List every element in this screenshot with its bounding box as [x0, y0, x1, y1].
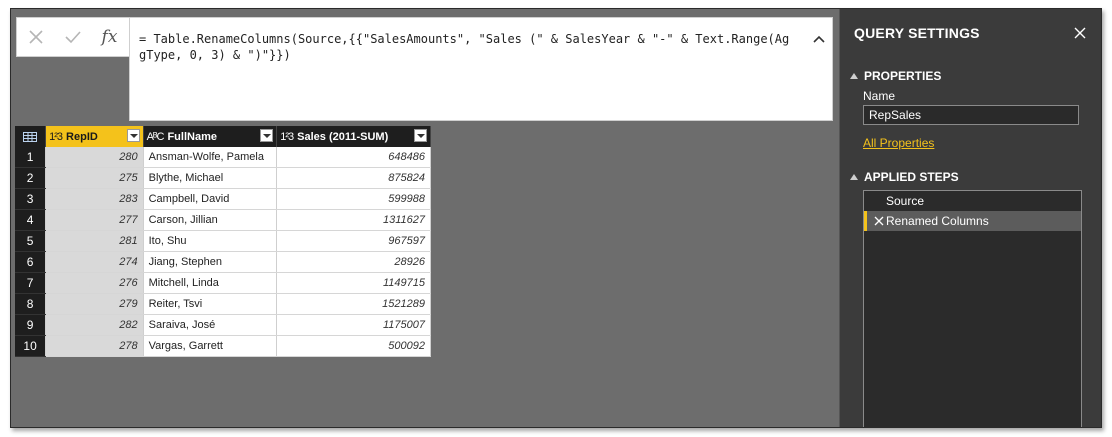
applied-steps-list: Source Renamed Columns	[863, 190, 1082, 427]
properties-section-header[interactable]: PROPERTIES	[850, 69, 941, 83]
table-row[interactable]: 1 280 Ansman-Wolfe, Pamela 648486	[15, 147, 431, 168]
row-number[interactable]: 6	[15, 251, 47, 273]
query-settings-pane: QUERY SETTINGS PROPERTIES Name All Prope…	[839, 9, 1101, 427]
cell-repid[interactable]: 281	[45, 230, 144, 252]
table-icon	[23, 131, 38, 142]
table-row[interactable]: 3 283 Campbell, David 599988	[15, 188, 431, 210]
column-header-repid[interactable]: 1²3 RepID	[45, 126, 144, 147]
table-row[interactable]: 10 278 Vargas, Garrett 500092	[15, 335, 431, 357]
number-type-icon[interactable]: 1²3	[280, 131, 294, 143]
power-query-editor: fx = Table.RenameColumns(Source,{{"Sales…	[10, 8, 1102, 428]
table-row[interactable]: 5 281 Ito, Shu 967597	[15, 230, 431, 252]
step-label: Source	[886, 194, 925, 208]
step-label: Renamed Columns	[886, 214, 989, 228]
cell-fullname[interactable]: Carson, Jillian	[143, 209, 278, 231]
data-grid: 1²3 RepID AᴮC FullName 1²3 Sales (2011-SUM)…	[15, 126, 431, 357]
cell-sales[interactable]: 500092	[276, 335, 431, 357]
table-row[interactable]: 6 274 Jiang, Stephen 28926	[15, 251, 431, 273]
cell-repid[interactable]: 276	[45, 272, 144, 294]
cell-sales[interactable]: 875824	[276, 167, 431, 189]
column-name: Sales (2011-SUM)	[297, 130, 389, 143]
cell-repid[interactable]: 280	[45, 147, 144, 168]
table-row[interactable]: 7 276 Mitchell, Linda 1149715	[15, 272, 431, 294]
cell-sales[interactable]: 967597	[276, 230, 431, 252]
cell-fullname[interactable]: Ito, Shu	[143, 230, 278, 252]
commit-button[interactable]	[54, 18, 91, 56]
all-properties-link[interactable]: All Properties	[863, 136, 934, 150]
table-row[interactable]: 4 277 Carson, Jillian 1311627	[15, 209, 431, 231]
cell-repid[interactable]: 274	[45, 251, 144, 273]
step-source[interactable]: Source	[864, 191, 1081, 211]
row-number[interactable]: 9	[15, 314, 47, 336]
table-row[interactable]: 2 275 Blythe, Michael 875824	[15, 167, 431, 189]
check-icon	[64, 31, 81, 44]
formula-buttons: fx	[16, 17, 130, 57]
cell-sales[interactable]: 1311627	[276, 209, 431, 231]
cell-fullname[interactable]: Jiang, Stephen	[143, 251, 278, 273]
cell-fullname[interactable]: Saraiva, José	[143, 314, 278, 336]
close-icon[interactable]	[1074, 27, 1086, 39]
cell-repid[interactable]: 279	[45, 293, 144, 315]
row-number[interactable]: 4	[15, 209, 47, 231]
collapse-triangle-icon	[850, 174, 858, 180]
cell-sales[interactable]: 648486	[276, 147, 431, 168]
cell-fullname[interactable]: Vargas, Garrett	[143, 335, 278, 357]
column-header-fullname[interactable]: AᴮC FullName	[143, 126, 278, 147]
row-number[interactable]: 10	[15, 335, 47, 357]
fx-button[interactable]: fx	[91, 18, 128, 56]
formula-text[interactable]: = Table.RenameColumns(Source,{{"SalesAmo…	[139, 31, 794, 63]
step-renamed-columns[interactable]: Renamed Columns	[864, 211, 1081, 231]
table-row[interactable]: 9 282 Saraiva, José 1175007	[15, 314, 431, 336]
row-number[interactable]: 7	[15, 272, 47, 294]
row-number[interactable]: 3	[15, 188, 47, 210]
cell-fullname[interactable]: Campbell, David	[143, 188, 278, 210]
row-number[interactable]: 5	[15, 230, 47, 252]
table-corner-menu[interactable]	[15, 126, 47, 147]
cell-fullname[interactable]: Mitchell, Linda	[143, 272, 278, 294]
cell-fullname[interactable]: Ansman-Wolfe, Pamela	[143, 147, 278, 168]
filter-dropdown-icon[interactable]	[260, 129, 274, 142]
row-number[interactable]: 2	[15, 167, 47, 189]
number-type-icon[interactable]: 1²3	[49, 131, 63, 143]
cell-repid[interactable]: 275	[45, 167, 144, 189]
query-settings-title: QUERY SETTINGS	[854, 25, 980, 41]
cell-fullname[interactable]: Reiter, Tsvi	[143, 293, 278, 315]
row-number[interactable]: 8	[15, 293, 47, 315]
filter-dropdown-icon[interactable]	[126, 129, 140, 142]
filter-dropdown-icon[interactable]	[414, 129, 427, 142]
column-header-sales[interactable]: 1²3 Sales (2011-SUM)	[276, 126, 431, 147]
text-type-icon[interactable]: AᴮC	[147, 131, 165, 143]
cell-sales[interactable]: 1521289	[276, 293, 431, 315]
cell-sales[interactable]: 1149715	[276, 272, 431, 294]
close-icon	[28, 30, 43, 44]
formula-bar[interactable]: = Table.RenameColumns(Source,{{"SalesAmo…	[129, 17, 833, 121]
chevron-up-icon[interactable]	[812, 32, 826, 46]
cell-sales[interactable]: 599988	[276, 188, 431, 210]
column-name: FullName	[167, 130, 217, 143]
cancel-button[interactable]	[17, 18, 54, 56]
cell-fullname[interactable]: Blythe, Michael	[143, 167, 278, 189]
table-row[interactable]: 8 279 Reiter, Tsvi 1521289	[15, 293, 431, 315]
fx-icon: fx	[101, 27, 118, 47]
cell-repid[interactable]: 283	[45, 188, 144, 210]
applied-steps-section-header[interactable]: APPLIED STEPS	[850, 170, 959, 184]
cell-sales[interactable]: 28926	[276, 251, 431, 273]
column-name: RepID	[66, 130, 98, 143]
delete-step-icon[interactable]	[874, 216, 884, 226]
grid-body: 1 280 Ansman-Wolfe, Pamela 648486 2 275 Blythe…	[15, 147, 431, 357]
collapse-triangle-icon	[850, 73, 858, 79]
applied-steps-title: APPLIED STEPS	[864, 170, 959, 184]
cell-repid[interactable]: 282	[45, 314, 144, 336]
query-name-input[interactable]	[863, 105, 1079, 125]
cell-sales[interactable]: 1175007	[276, 314, 431, 336]
cell-repid[interactable]: 277	[45, 209, 144, 231]
cell-repid[interactable]: 278	[45, 335, 144, 357]
row-number[interactable]: 1	[15, 147, 47, 168]
properties-title: PROPERTIES	[864, 69, 942, 83]
name-label: Name	[863, 89, 896, 103]
